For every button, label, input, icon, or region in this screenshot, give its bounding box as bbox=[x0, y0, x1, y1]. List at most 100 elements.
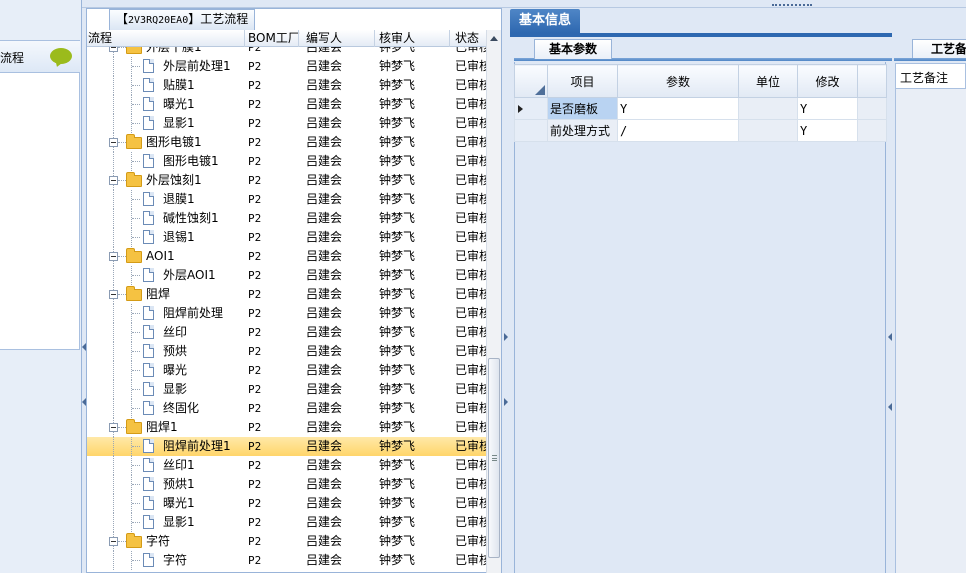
tree-node-label: 图形电镀1 bbox=[146, 135, 202, 149]
table-row[interactable]: 前处理方式 / Y bbox=[514, 119, 887, 142]
tree-step-row[interactable]: 丝印 P2 吕建会 钟梦飞 已审核 bbox=[87, 323, 486, 342]
cell-reviewer: 钟梦飞 bbox=[379, 287, 416, 301]
cell-reviewer: 钟梦飞 bbox=[379, 496, 416, 510]
tree-folder-row[interactable]: 阻焊1 P2 吕建会 钟梦飞 已审核 bbox=[87, 418, 486, 437]
tree-guide-line bbox=[113, 437, 114, 456]
expand-icon[interactable] bbox=[109, 252, 118, 261]
tree-step-row[interactable]: 外层AOI1 P2 吕建会 钟梦飞 已审核 bbox=[87, 266, 486, 285]
cell-bom: P2 bbox=[248, 440, 262, 453]
grid-corner[interactable] bbox=[514, 64, 548, 98]
tree-step-row[interactable]: 碱性蚀刻1 P2 吕建会 钟梦飞 已审核 bbox=[87, 209, 486, 228]
column-header-param[interactable]: 参数 bbox=[617, 64, 739, 98]
tree-step-row[interactable]: 曝光1 P2 吕建会 钟梦飞 已审核 bbox=[87, 95, 486, 114]
tab-process-remark[interactable]: 工艺备注 bbox=[912, 39, 966, 59]
expand-icon[interactable] bbox=[109, 290, 118, 299]
tab-basic-params[interactable]: 基本参数 bbox=[534, 39, 612, 59]
splitter-arrow-icon[interactable] bbox=[504, 333, 508, 341]
process-flow-tab[interactable]: 【2V3RQ20EA0】工艺流程 bbox=[109, 9, 256, 30]
expand-icon[interactable] bbox=[109, 423, 118, 432]
tree-node-label: 字符 bbox=[146, 534, 171, 548]
top-splitter-grip[interactable] bbox=[758, 0, 828, 8]
splitter-arrow-icon[interactable] bbox=[504, 398, 508, 406]
params-grid: 项目 参数 单位 修改 是否磨板 Y Y 前处理方式 / Y bbox=[514, 64, 887, 142]
tree-step-row[interactable]: 终固化 P2 吕建会 钟梦飞 已审核 bbox=[87, 399, 486, 418]
scroll-thumb[interactable] bbox=[488, 358, 500, 558]
part-code: 2V3RQ20EA0 bbox=[128, 15, 189, 26]
cell-writer: 吕建会 bbox=[306, 458, 343, 472]
tree-step-row[interactable]: 曝光1 P2 吕建会 钟梦飞 已审核 bbox=[87, 494, 486, 513]
tree-guide-line bbox=[132, 313, 140, 314]
row-header[interactable] bbox=[514, 97, 548, 120]
expand-icon[interactable] bbox=[109, 176, 118, 185]
tree-step-row[interactable]: 阻焊前处理 P2 吕建会 钟梦飞 已审核 bbox=[87, 304, 486, 323]
tree-step-row[interactable]: 贴膜1 P2 吕建会 钟梦飞 已审核 bbox=[87, 76, 486, 95]
left-nav-header[interactable]: 流程 bbox=[0, 41, 80, 73]
tree-node-label: 图形电镀1 bbox=[163, 154, 219, 168]
tree-step-row[interactable]: 曝光 P2 吕建会 钟梦飞 已审核 bbox=[87, 361, 486, 380]
cell-item[interactable]: 前处理方式 bbox=[547, 119, 618, 142]
tree-step-row[interactable]: 阻焊前处理1 P2 吕建会 钟梦飞 已审核 bbox=[87, 437, 486, 456]
tree-step-row[interactable]: 预烘1 P2 吕建会 钟梦飞 已审核 bbox=[87, 475, 486, 494]
tree-step-row[interactable]: 丝印1 P2 吕建会 钟梦飞 已审核 bbox=[87, 456, 486, 475]
tree-folder-row[interactable]: AOI1 P2 吕建会 钟梦飞 已审核 bbox=[87, 247, 486, 266]
tree-step-row[interactable]: 预烘 P2 吕建会 钟梦飞 已审核 bbox=[87, 342, 486, 361]
scroll-up-icon[interactable] bbox=[490, 36, 498, 41]
cell-writer: 吕建会 bbox=[306, 325, 343, 339]
cell-writer: 吕建会 bbox=[306, 553, 343, 567]
tree-step-row[interactable]: 图形电镀1 P2 吕建会 钟梦飞 已审核 bbox=[87, 152, 486, 171]
expand-icon[interactable] bbox=[109, 138, 118, 147]
folder-icon bbox=[126, 248, 142, 263]
tree-guide-line bbox=[132, 446, 140, 447]
cell-modify[interactable]: Y bbox=[797, 119, 858, 142]
column-header-item[interactable]: 项目 bbox=[547, 64, 618, 98]
tree-guide-line bbox=[118, 541, 126, 542]
cell-status: 已审核 bbox=[455, 173, 486, 187]
tree-step-row[interactable]: 字符 P2 吕建会 钟梦飞 已审核 bbox=[87, 551, 486, 570]
cell-modify[interactable]: Y bbox=[797, 97, 858, 120]
tree-folder-row[interactable]: 图形电镀1 P2 吕建会 钟梦飞 已审核 bbox=[87, 133, 486, 152]
column-header-unit[interactable]: 单位 bbox=[738, 64, 798, 98]
tree-step-row[interactable]: 外层前处理1 P2 吕建会 钟梦飞 已审核 bbox=[87, 57, 486, 76]
column-header-flow[interactable]: 流程 bbox=[88, 31, 112, 46]
cell-param[interactable]: / bbox=[617, 119, 739, 142]
table-row[interactable]: 是否磨板 Y Y bbox=[514, 97, 887, 120]
cell-writer: 吕建会 bbox=[306, 249, 343, 263]
cell-unit[interactable] bbox=[738, 119, 798, 142]
cell-bom: P2 bbox=[248, 478, 262, 491]
cell-status: 已审核 bbox=[455, 211, 486, 225]
cell-unit[interactable] bbox=[738, 97, 798, 120]
column-header-status[interactable]: 状态 bbox=[455, 31, 479, 46]
cell-status: 已审核 bbox=[455, 382, 486, 396]
expand-icon[interactable] bbox=[109, 537, 118, 546]
cell-item[interactable]: 是否磨板 bbox=[547, 97, 618, 120]
column-header-writer[interactable]: 编写人 bbox=[306, 31, 342, 46]
row-header[interactable] bbox=[514, 119, 548, 142]
tree-folder-row[interactable]: 字符 P2 吕建会 钟梦飞 已审核 bbox=[87, 532, 486, 551]
chat-bubble-icon[interactable] bbox=[50, 48, 72, 64]
tree-step-row[interactable]: 退膜1 P2 吕建会 钟梦飞 已审核 bbox=[87, 190, 486, 209]
cell-status: 已审核 bbox=[455, 439, 486, 453]
tree-step-row[interactable]: 退锡1 P2 吕建会 钟梦飞 已审核 bbox=[87, 228, 486, 247]
tree-step-row[interactable]: 显影1 P2 吕建会 钟梦飞 已审核 bbox=[87, 114, 486, 133]
cell-status: 已审核 bbox=[455, 154, 486, 168]
tree-folder-row[interactable]: 外层蚀刻1 P2 吕建会 钟梦飞 已审核 bbox=[87, 171, 486, 190]
tab-basic-info[interactable]: 基本信息 bbox=[510, 9, 580, 33]
cell-param[interactable]: Y bbox=[617, 97, 739, 120]
tree-folder-row[interactable]: 阻焊 P2 吕建会 钟梦飞 已审核 bbox=[87, 285, 486, 304]
cell-reviewer: 钟梦飞 bbox=[379, 268, 416, 282]
tree-step-row[interactable]: 显影 P2 吕建会 钟梦飞 已审核 bbox=[87, 380, 486, 399]
cell-status: 已审核 bbox=[455, 306, 486, 320]
tree-scrollbar[interactable] bbox=[486, 30, 501, 573]
cell-reviewer: 钟梦飞 bbox=[379, 173, 416, 187]
document-icon bbox=[143, 344, 154, 358]
column-header-modify[interactable]: 修改 bbox=[797, 64, 858, 98]
column-header-filler bbox=[857, 64, 887, 98]
tree-step-row[interactable]: 显影1 P2 吕建会 钟梦飞 已审核 bbox=[87, 513, 486, 532]
splitter-arrow-icon[interactable] bbox=[888, 333, 892, 341]
column-header-reviewer[interactable]: 核审人 bbox=[379, 31, 415, 46]
remark-content[interactable] bbox=[895, 89, 966, 573]
column-header-bom[interactable]: BOM工厂 bbox=[248, 31, 300, 46]
cell-reviewer: 钟梦飞 bbox=[379, 154, 416, 168]
cell-writer: 吕建会 bbox=[306, 344, 343, 358]
splitter-arrow-icon[interactable] bbox=[888, 403, 892, 411]
